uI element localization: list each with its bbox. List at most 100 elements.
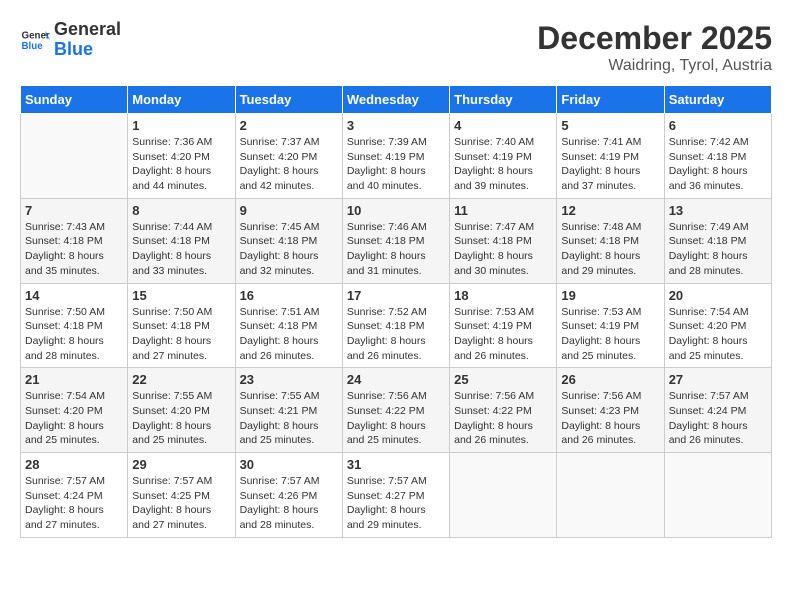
day-info: Sunrise: 7:57 AMSunset: 4:24 PMDaylight:…	[25, 474, 123, 533]
day-info: Sunrise: 7:55 AMSunset: 4:21 PMDaylight:…	[240, 389, 338, 448]
calendar-cell: 16 Sunrise: 7:51 AMSunset: 4:18 PMDayligh…	[235, 283, 342, 368]
day-number: 10	[347, 203, 445, 218]
calendar-cell: 28Sunrise: 7:57 AMSunset: 4:24 PMDayligh…	[21, 453, 128, 538]
day-info: Sunrise: 7:47 AMSunset: 4:18 PMDaylight:…	[454, 220, 552, 279]
day-number: 12	[561, 203, 659, 218]
day-info: Sunrise: 7:51 AMSunset: 4:18 PMDaylight:…	[240, 305, 338, 364]
calendar-cell: 20Sunrise: 7:54 AMSunset: 4:20 PMDayligh…	[664, 283, 771, 368]
day-number: 1	[132, 118, 230, 133]
calendar-cell	[664, 453, 771, 538]
day-number: 7	[25, 203, 123, 218]
day-info: Sunrise: 7:53 AMSunset: 4:19 PMDaylight:…	[561, 305, 659, 364]
calendar-cell: 30Sunrise: 7:57 AMSunset: 4:26 PMDayligh…	[235, 453, 342, 538]
calendar-cell: 5 Sunrise: 7:41 AMSunset: 4:19 PMDaylight…	[557, 114, 664, 199]
day-info: Sunrise: 7:43 AMSunset: 4:18 PMDaylight:…	[25, 220, 123, 279]
calendar-cell: 23Sunrise: 7:55 AMSunset: 4:21 PMDayligh…	[235, 368, 342, 453]
header-day-saturday: Saturday	[664, 86, 771, 114]
day-number: 20	[669, 288, 767, 303]
day-info: Sunrise: 7:56 AMSunset: 4:22 PMDaylight:…	[347, 389, 445, 448]
day-info: Sunrise: 7:57 AMSunset: 4:27 PMDaylight:…	[347, 474, 445, 533]
header-day-sunday: Sunday	[21, 86, 128, 114]
calendar-cell: 29Sunrise: 7:57 AMSunset: 4:25 PMDayligh…	[128, 453, 235, 538]
day-number: 27	[669, 372, 767, 387]
day-info: Sunrise: 7:41 AMSunset: 4:19 PMDaylight:…	[561, 135, 659, 194]
calendar-cell: 2Sunrise: 7:37 AMSunset: 4:20 PMDaylight…	[235, 114, 342, 199]
page-title: December 2025	[537, 20, 772, 57]
day-number: 30	[240, 457, 338, 472]
calendar-cell: 17 Sunrise: 7:52 AMSunset: 4:18 PMDayligh…	[342, 283, 449, 368]
header-day-monday: Monday	[128, 86, 235, 114]
header-day-wednesday: Wednesday	[342, 86, 449, 114]
day-number: 16	[240, 288, 338, 303]
day-info: Sunrise: 7:56 AMSunset: 4:23 PMDaylight:…	[561, 389, 659, 448]
svg-text:Blue: Blue	[22, 41, 44, 52]
day-number: 15	[132, 288, 230, 303]
calendar-cell: 19 Sunrise: 7:53 AMSunset: 4:19 PMDayligh…	[557, 283, 664, 368]
day-info: Sunrise: 7:50 AMSunset: 4:18 PMDaylight:…	[132, 305, 230, 364]
calendar-cell: 21 Sunrise: 7:54 AMSunset: 4:20 PMDayligh…	[21, 368, 128, 453]
day-info: Sunrise: 7:42 AMSunset: 4:18 PMDaylight:…	[669, 135, 767, 194]
calendar-cell: 31 Sunrise: 7:57 AMSunset: 4:27 PMDayligh…	[342, 453, 449, 538]
day-number: 6	[669, 118, 767, 133]
calendar-header: SundayMondayTuesdayWednesdayThursdayFrid…	[21, 86, 772, 114]
page-header: General Blue General Blue December 2025 …	[20, 20, 772, 75]
day-number: 8	[132, 203, 230, 218]
day-number: 2	[240, 118, 338, 133]
day-number: 5	[561, 118, 659, 133]
logo-icon: General Blue	[20, 25, 50, 55]
calendar-week-5: 28Sunrise: 7:57 AMSunset: 4:24 PMDayligh…	[21, 453, 772, 538]
day-info: Sunrise: 7:52 AMSunset: 4:18 PMDaylight:…	[347, 305, 445, 364]
calendar-cell: 1Sunrise: 7:36 AMSunset: 4:20 PMDaylight…	[128, 114, 235, 199]
calendar-cell: 9Sunrise: 7:45 AMSunset: 4:18 PMDaylight…	[235, 198, 342, 283]
calendar-cell: 8 Sunrise: 7:44 AMSunset: 4:18 PMDaylight…	[128, 198, 235, 283]
day-info: Sunrise: 7:49 AMSunset: 4:18 PMDaylight:…	[669, 220, 767, 279]
calendar-cell	[557, 453, 664, 538]
day-number: 13	[669, 203, 767, 218]
day-info: Sunrise: 7:46 AMSunset: 4:18 PMDaylight:…	[347, 220, 445, 279]
header-day-thursday: Thursday	[450, 86, 557, 114]
calendar-cell	[450, 453, 557, 538]
calendar-cell: 13 Sunrise: 7:49 AMSunset: 4:18 PMDayligh…	[664, 198, 771, 283]
title-block: December 2025 Waidring, Tyrol, Austria	[537, 20, 772, 75]
day-info: Sunrise: 7:39 AMSunset: 4:19 PMDaylight:…	[347, 135, 445, 194]
header-day-friday: Friday	[557, 86, 664, 114]
calendar-cell: 11 Sunrise: 7:47 AMSunset: 4:18 PMDayligh…	[450, 198, 557, 283]
day-number: 22	[132, 372, 230, 387]
logo: General Blue General Blue	[20, 20, 121, 60]
day-number: 11	[454, 203, 552, 218]
day-number: 19	[561, 288, 659, 303]
logo-text: General Blue	[54, 20, 121, 60]
day-info: Sunrise: 7:40 AMSunset: 4:19 PMDaylight:…	[454, 135, 552, 194]
calendar-cell: 14Sunrise: 7:50 AMSunset: 4:18 PMDayligh…	[21, 283, 128, 368]
header-row: SundayMondayTuesdayWednesdayThursdayFrid…	[21, 86, 772, 114]
calendar-cell: 26Sunrise: 7:56 AMSunset: 4:23 PMDayligh…	[557, 368, 664, 453]
logo-blue: Blue	[54, 40, 121, 60]
day-number: 21	[25, 372, 123, 387]
day-info: Sunrise: 7:55 AMSunset: 4:20 PMDaylight:…	[132, 389, 230, 448]
day-info: Sunrise: 7:48 AMSunset: 4:18 PMDaylight:…	[561, 220, 659, 279]
calendar-cell: 25 Sunrise: 7:56 AMSunset: 4:22 PMDayligh…	[450, 368, 557, 453]
calendar-cell: 22 Sunrise: 7:55 AMSunset: 4:20 PMDayligh…	[128, 368, 235, 453]
day-number: 25	[454, 372, 552, 387]
day-number: 3	[347, 118, 445, 133]
calendar-cell: 12 Sunrise: 7:48 AMSunset: 4:18 PMDayligh…	[557, 198, 664, 283]
calendar-week-2: 7 Sunrise: 7:43 AMSunset: 4:18 PMDaylight…	[21, 198, 772, 283]
day-info: Sunrise: 7:56 AMSunset: 4:22 PMDaylight:…	[454, 389, 552, 448]
calendar-cell: 4Sunrise: 7:40 AMSunset: 4:19 PMDaylight…	[450, 114, 557, 199]
day-number: 17	[347, 288, 445, 303]
calendar-cell: 18 Sunrise: 7:53 AMSunset: 4:19 PMDayligh…	[450, 283, 557, 368]
day-number: 18	[454, 288, 552, 303]
calendar-cell: 15 Sunrise: 7:50 AMSunset: 4:18 PMDayligh…	[128, 283, 235, 368]
calendar-table: SundayMondayTuesdayWednesdayThursdayFrid…	[20, 85, 772, 538]
logo-general: General	[54, 20, 121, 40]
calendar-cell: 7 Sunrise: 7:43 AMSunset: 4:18 PMDaylight…	[21, 198, 128, 283]
day-number: 31	[347, 457, 445, 472]
header-day-tuesday: Tuesday	[235, 86, 342, 114]
day-info: Sunrise: 7:57 AMSunset: 4:24 PMDaylight:…	[669, 389, 767, 448]
day-info: Sunrise: 7:53 AMSunset: 4:19 PMDaylight:…	[454, 305, 552, 364]
calendar-cell: 24Sunrise: 7:56 AMSunset: 4:22 PMDayligh…	[342, 368, 449, 453]
day-info: Sunrise: 7:44 AMSunset: 4:18 PMDaylight:…	[132, 220, 230, 279]
calendar-cell: 6 Sunrise: 7:42 AMSunset: 4:18 PMDaylight…	[664, 114, 771, 199]
day-info: Sunrise: 7:50 AMSunset: 4:18 PMDaylight:…	[25, 305, 123, 364]
day-info: Sunrise: 7:54 AMSunset: 4:20 PMDaylight:…	[25, 389, 123, 448]
